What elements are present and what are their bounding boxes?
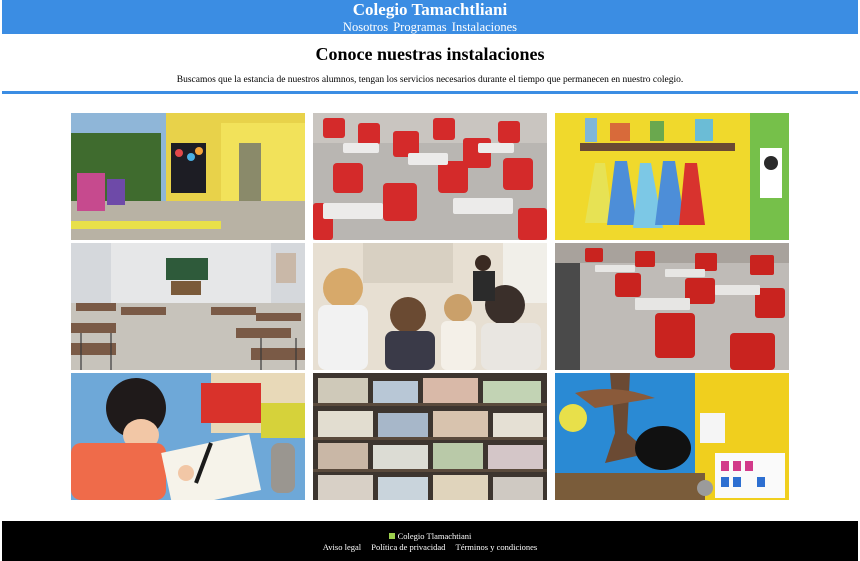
intro-text: Buscamos que la estancia de nuestros alu… xyxy=(176,75,684,85)
site-footer: Colegio Tlamachtiani Aviso legal Polític… xyxy=(2,521,858,561)
footer-brand-text: Colegio Tlamachtiani xyxy=(397,531,472,541)
children-circle-photo[interactable] xyxy=(313,243,547,370)
child-writing-photo[interactable] xyxy=(71,373,305,500)
red-chairs-classroom-photo[interactable] xyxy=(313,113,547,240)
page-title: Conoce nuestras instalaciones xyxy=(315,44,545,64)
nav-link-instalaciones[interactable]: Instalaciones xyxy=(452,20,517,34)
footer-brand: Colegio Tlamachtiani xyxy=(2,531,858,541)
empty-classroom-photo[interactable] xyxy=(71,243,305,370)
nav-link-programas[interactable]: Programas xyxy=(393,20,446,34)
main-nav: Nosotros Programas Instalaciones xyxy=(2,20,858,34)
footer-link-aviso-legal[interactable]: Aviso legal xyxy=(323,542,361,552)
photo-gallery xyxy=(71,113,791,500)
footer-link-terminos[interactable]: Términos y condiciones xyxy=(456,542,538,552)
footer-link-privacidad[interactable]: Política de privacidad xyxy=(371,542,445,552)
decorated-wall-photo[interactable] xyxy=(555,373,789,500)
footer-links: Aviso legal Política de privacidad Térmi… xyxy=(2,541,858,553)
coat-hooks-wall-photo[interactable] xyxy=(555,113,789,240)
intro-section: Conoce nuestras instalaciones Buscamos q… xyxy=(2,34,858,94)
page: Colegio Tamachtliani Nosotros Programas … xyxy=(2,0,858,561)
top-bar: Colegio Tamachtliani Nosotros Programas … xyxy=(2,0,858,34)
red-desks-photo[interactable] xyxy=(555,243,789,370)
school-logo-icon xyxy=(388,533,395,539)
library-shelves-photo[interactable] xyxy=(313,373,547,500)
site-brand[interactable]: Colegio Tamachtliani xyxy=(2,0,858,20)
nav-link-nosotros[interactable]: Nosotros xyxy=(343,20,388,34)
patio-photo[interactable] xyxy=(71,113,305,240)
